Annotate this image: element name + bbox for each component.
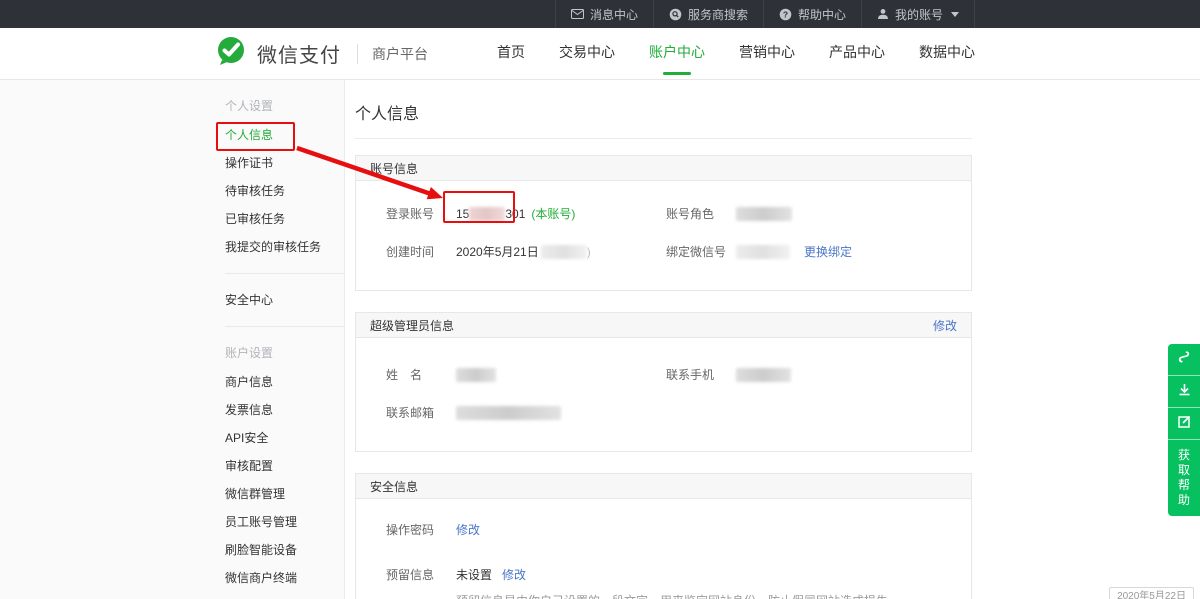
- reserve-info-status: 未设置: [456, 566, 492, 583]
- sidebar-section-account-settings: 账户设置: [225, 347, 344, 359]
- floating-help-widget: 获取帮助: [1168, 344, 1200, 516]
- main-content: 个人信息 账号信息 登录账号 15 301 (本账号): [345, 80, 1200, 599]
- my-account-item[interactable]: 我的账号: [861, 0, 975, 28]
- nav-marketing-center[interactable]: 营销中心: [739, 42, 795, 66]
- provider-search-label: 服务商搜索: [688, 6, 748, 23]
- operation-password-edit-link[interactable]: 修改: [456, 521, 480, 538]
- sidebar-item-api-security[interactable]: API安全: [225, 432, 344, 444]
- sidebar-item-staff-account-management[interactable]: 员工账号管理: [225, 516, 344, 528]
- sidebar-item-reviewed-tasks[interactable]: 已审核任务: [225, 213, 344, 225]
- date-tooltip: 2020年5月22日: [1109, 587, 1194, 599]
- rebind-link[interactable]: 更换绑定: [804, 243, 852, 260]
- help-center-label: 帮助中心: [798, 6, 846, 23]
- link-icon: [1176, 349, 1192, 370]
- redacted-wechat-id: [736, 245, 790, 259]
- security-info-panel-title: 安全信息: [370, 478, 418, 495]
- edit-icon: [1177, 414, 1192, 434]
- question-icon: ?: [779, 8, 792, 21]
- user-icon: [877, 8, 889, 20]
- redacted-creation-detail: [541, 245, 587, 259]
- mail-icon: [571, 9, 584, 19]
- my-account-label: 我的账号: [895, 6, 943, 23]
- main-nav: 首页 交易中心 账户中心 营销中心 产品中心 数据中心: [497, 42, 975, 66]
- sidebar-item-face-smart-device[interactable]: 刷脸智能设备: [225, 544, 344, 556]
- sidebar-item-invoice-info[interactable]: 发票信息: [225, 404, 344, 416]
- wechat-pay-logo-icon: [215, 36, 249, 71]
- sidebar-section-personal-settings: 个人设置: [225, 100, 344, 112]
- caret-down-icon: [951, 12, 959, 17]
- contact-email-label: 联系邮箱: [386, 404, 456, 421]
- message-center-item[interactable]: 消息中心: [555, 0, 653, 28]
- feedback-button[interactable]: [1168, 408, 1200, 440]
- sidebar-divider: [225, 273, 345, 274]
- creation-time-value: 2020年5月21日 ): [456, 243, 591, 260]
- reserve-info-label: 预留信息: [386, 566, 456, 583]
- operation-password-label: 操作密码: [386, 521, 456, 538]
- provider-search-item[interactable]: 服务商搜索: [653, 0, 763, 28]
- search-icon: [669, 8, 682, 21]
- contact-phone-label: 联系手机: [666, 366, 736, 383]
- get-help-label: 获取帮助: [1177, 448, 1191, 508]
- nav-data-center[interactable]: 数据中心: [919, 42, 975, 66]
- header: 微信支付 商户平台 首页 交易中心 账户中心 营销中心 产品中心 数据中心: [0, 28, 1200, 80]
- svg-text:?: ?: [783, 9, 788, 19]
- annotation-arrow: [288, 138, 458, 210]
- download-button[interactable]: [1168, 376, 1200, 408]
- nav-product-center[interactable]: 产品中心: [829, 42, 885, 66]
- current-account-tag: (本账号): [531, 205, 575, 222]
- get-help-button[interactable]: 获取帮助: [1168, 440, 1200, 516]
- super-admin-panel: 超级管理员信息 修改 姓 名 联系手机 联系邮箱: [355, 312, 972, 452]
- account-role-label: 账号角色: [666, 205, 736, 222]
- redacted-admin-name: [456, 368, 496, 382]
- reserve-info-description: 预留信息是由你自己设置的一段文字，用来鉴定网站身份，防止假冒网站造成损失。 配置…: [456, 593, 957, 599]
- sidebar-item-wechat-group-management[interactable]: 微信群管理: [225, 488, 344, 500]
- brand[interactable]: 微信支付 商户平台: [215, 36, 428, 71]
- sidebar-item-wechat-merchant-terminal[interactable]: 微信商户终端: [225, 572, 344, 584]
- super-admin-edit-link[interactable]: 修改: [933, 317, 957, 334]
- brand-name: 微信支付: [257, 39, 341, 68]
- reserve-info-edit-link[interactable]: 修改: [502, 566, 526, 583]
- sidebar-item-merchant-info[interactable]: 商户信息: [225, 376, 344, 388]
- bound-wechat-label: 绑定微信号: [666, 243, 736, 260]
- security-info-panel: 安全信息 操作密码 修改 预留信息 未设置 修改 预留: [355, 473, 972, 599]
- nav-account-center[interactable]: 账户中心: [649, 42, 705, 66]
- redacted-account-role: [736, 207, 792, 221]
- page-title: 个人信息: [355, 100, 1200, 124]
- nav-transaction-center[interactable]: 交易中心: [559, 42, 615, 66]
- sidebar-item-review-config[interactable]: 审核配置: [225, 460, 344, 472]
- redacted-contact-phone: [736, 368, 791, 382]
- nav-home[interactable]: 首页: [497, 42, 525, 66]
- message-center-label: 消息中心: [590, 6, 638, 23]
- super-admin-panel-title: 超级管理员信息: [370, 317, 454, 334]
- annotation-box-sidebar-personal-info: [216, 122, 295, 151]
- sidebar-divider: [225, 326, 345, 327]
- sidebar-item-my-submitted-tasks[interactable]: 我提交的审核任务: [225, 241, 344, 253]
- creation-time-label: 创建时间: [386, 243, 456, 260]
- topbar-inner: 消息中心 服务商搜索 ? 帮助中心 我的账号: [215, 0, 985, 28]
- redacted-contact-email: [456, 406, 561, 420]
- download-icon: [1177, 382, 1192, 402]
- brand-divider: [357, 44, 358, 64]
- topbar: 消息中心 服务商搜索 ? 帮助中心 我的账号: [0, 0, 1200, 28]
- admin-name-label: 姓 名: [386, 366, 456, 383]
- sidebar-item-security-center[interactable]: 安全中心: [225, 294, 344, 306]
- quick-link-button[interactable]: [1168, 344, 1200, 376]
- brand-portal: 商户平台: [372, 44, 428, 64]
- help-center-item[interactable]: ? 帮助中心: [763, 0, 861, 28]
